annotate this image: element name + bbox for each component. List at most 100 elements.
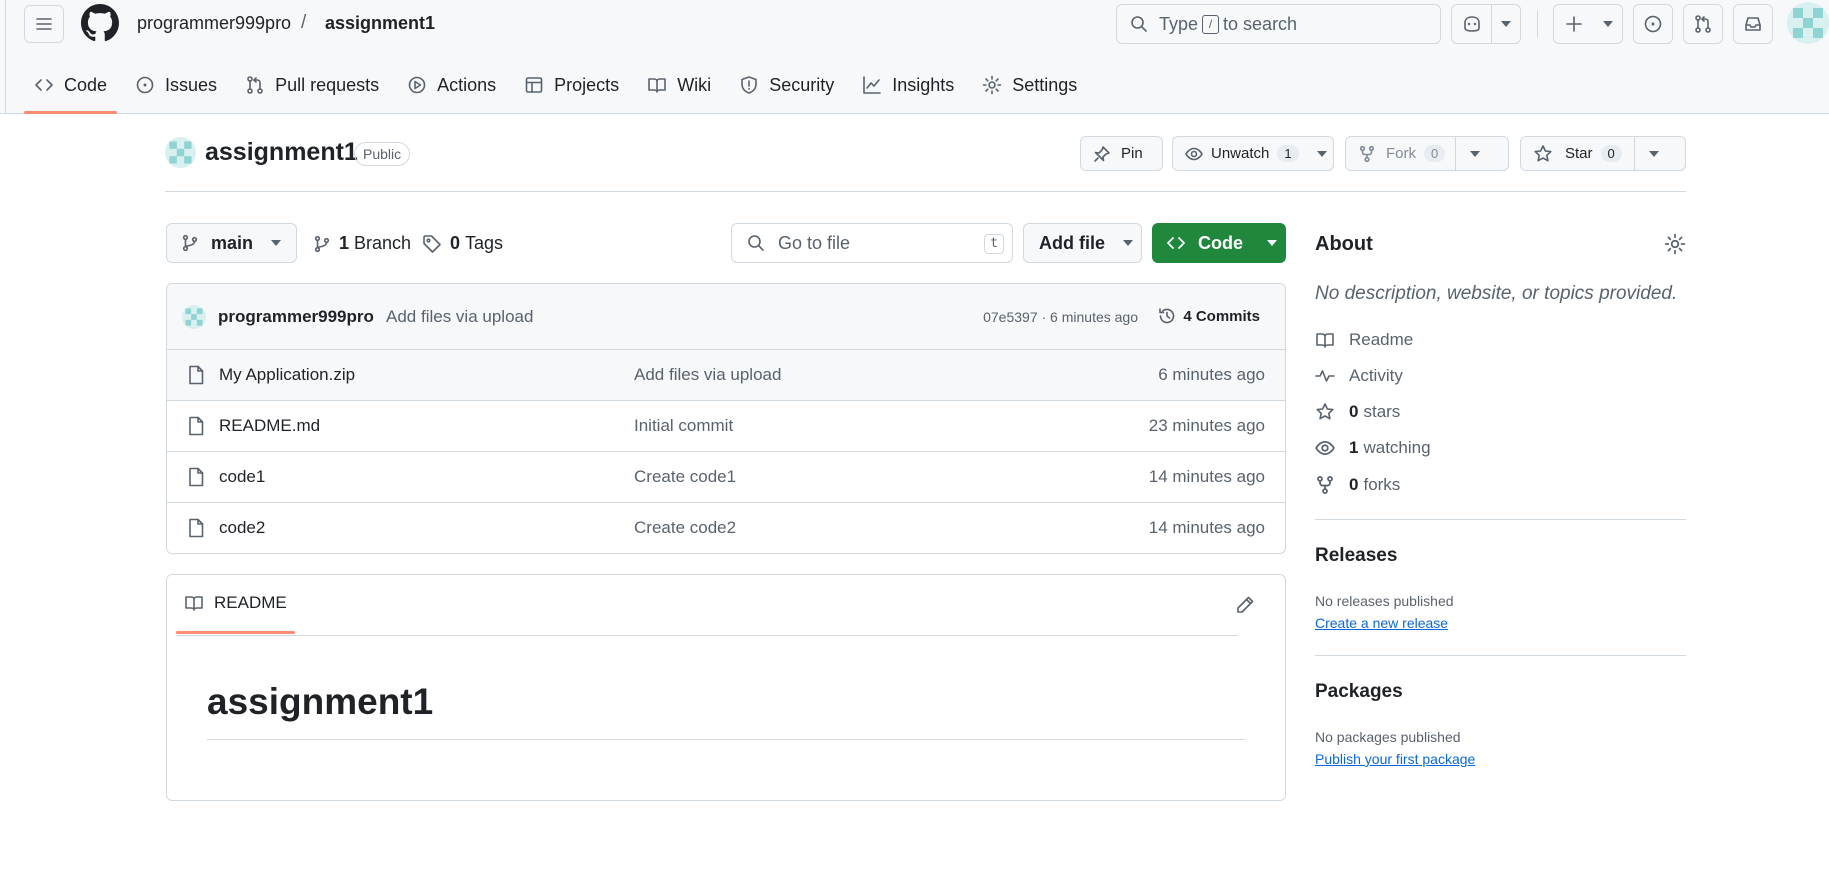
tab-label: Actions [437, 74, 497, 95]
fork-dropdown[interactable] [1456, 137, 1494, 170]
readme-tab[interactable]: README [184, 593, 287, 613]
go-to-file-input[interactable]: Go to file t [731, 223, 1013, 263]
repo-owner-avatar[interactable] [165, 137, 196, 168]
file-commit-message[interactable]: Initial commit [634, 416, 733, 436]
file-name[interactable]: README.md [219, 416, 320, 436]
visibility-badge: Public [354, 142, 411, 166]
tab-label: Wiki [677, 74, 712, 95]
sidebar-divider [1315, 655, 1686, 656]
about-settings-button[interactable] [1664, 233, 1686, 255]
activity-link[interactable]: Activity [1315, 366, 1403, 386]
book-icon [1316, 333, 1334, 348]
tab-label: Code [64, 74, 108, 95]
tab-code[interactable]: Code [24, 60, 118, 114]
file-name[interactable]: My Application.zip [219, 365, 355, 385]
issue-icon [136, 76, 154, 94]
tab-actions[interactable]: Actions [397, 60, 506, 110]
commits-link[interactable]: 4 Commits [1157, 306, 1260, 326]
commit-message[interactable]: Add files via upload [386, 307, 533, 327]
releases-title[interactable]: Releases [1315, 545, 1397, 567]
edit-readme-button[interactable] [1235, 595, 1255, 615]
caret-down-icon [1603, 21, 1613, 27]
repo-name[interactable]: assignment1 [205, 138, 358, 167]
user-avatar[interactable] [1787, 2, 1829, 44]
copilot-split-button[interactable] [1451, 4, 1521, 44]
star-button[interactable]: Star 0 [1520, 136, 1686, 171]
global-search-input[interactable]: Type / to search [1116, 4, 1441, 44]
fork-count: 0 [1424, 145, 1446, 162]
readme-panel: README assignment1 [166, 574, 1286, 801]
inbox-button[interactable] [1733, 4, 1773, 44]
forks-link[interactable]: 0 forks [1315, 475, 1400, 495]
tab-security[interactable]: Security [729, 60, 844, 110]
readme-tab-underline [176, 631, 295, 634]
breadcrumb-repo[interactable]: assignment1 [325, 13, 435, 34]
caret-down-icon [1267, 240, 1277, 246]
file-row[interactable]: My Application.zip Add files via upload … [167, 350, 1285, 401]
file-commit-time: 23 minutes ago [1148, 416, 1265, 435]
branch-icon [182, 234, 198, 252]
publish-package-link[interactable]: Publish your first package [1315, 751, 1475, 767]
code-dropdown-button[interactable]: Code [1152, 223, 1286, 263]
file-row[interactable]: README.md Initial commit 23 minutes ago [167, 401, 1285, 452]
commit-author[interactable]: programmer999pro [218, 307, 374, 327]
add-file-label: Add file [1039, 232, 1105, 253]
file-name[interactable]: code2 [219, 518, 265, 538]
issues-button[interactable] [1633, 4, 1673, 44]
tab-projects[interactable]: Projects [514, 60, 629, 110]
breadcrumb-owner[interactable]: programmer999pro [137, 13, 291, 34]
branches-link[interactable]: 1 Branch [313, 233, 411, 254]
branch-name: main [211, 232, 254, 253]
copilot-button[interactable] [1452, 5, 1491, 43]
pulse-icon [1315, 370, 1335, 382]
tab-issues[interactable]: Issues [125, 60, 227, 110]
file-name[interactable]: code1 [219, 467, 265, 487]
pull-requests-button[interactable] [1683, 4, 1723, 44]
fork-button[interactable]: Fork 0 [1345, 136, 1509, 171]
copilot-dropdown[interactable] [1492, 5, 1520, 43]
create-new-split-button[interactable] [1553, 4, 1623, 44]
tab-wiki[interactable]: Wiki [637, 60, 721, 110]
create-new-dropdown[interactable] [1594, 5, 1622, 43]
github-logo[interactable] [81, 4, 119, 42]
create-new-button[interactable] [1554, 5, 1594, 43]
tab-label: Issues [165, 74, 218, 95]
tab-pull-requests[interactable]: Pull requests [235, 60, 389, 110]
search-suffix: to search [1223, 13, 1298, 34]
branch-count: 1 [339, 233, 350, 253]
commit-hash-time[interactable]: 07e5397 · 6 minutes ago [983, 309, 1138, 325]
identicon-icon [165, 137, 196, 168]
caret-down-icon [1470, 150, 1481, 157]
eye-icon [1315, 441, 1335, 455]
tab-insights[interactable]: Insights [852, 60, 964, 110]
file-commit-message[interactable]: Create code2 [634, 518, 736, 538]
readme-link[interactable]: Readme [1315, 330, 1413, 350]
add-file-button[interactable]: Add file [1023, 223, 1142, 263]
unwatch-dropdown[interactable] [1309, 137, 1335, 170]
watching-link[interactable]: 1 watching [1315, 438, 1431, 458]
search-shortcut-key: / [1202, 14, 1220, 34]
pin-button[interactable]: Pin [1080, 136, 1163, 171]
create-release-link[interactable]: Create a new release [1315, 615, 1448, 631]
forks-label: forks [1363, 475, 1401, 494]
file-commit-message[interactable]: Add files via upload [634, 365, 781, 385]
tab-settings[interactable]: Settings [972, 60, 1087, 110]
file-row[interactable]: code1 Create code1 14 minutes ago [167, 452, 1285, 503]
tags-link[interactable]: 0 Tags [422, 233, 503, 254]
star-dropdown[interactable] [1635, 137, 1673, 170]
book-icon [648, 78, 666, 93]
sidebar-divider [1315, 519, 1686, 520]
file-icon [189, 467, 204, 487]
menu-button[interactable] [24, 5, 64, 43]
file-commit-message[interactable]: Create code1 [634, 467, 736, 487]
packages-title[interactable]: Packages [1315, 681, 1403, 703]
commit-author-avatar[interactable] [182, 305, 206, 329]
caret-down-icon [1316, 150, 1327, 157]
unwatch-button[interactable]: Unwatch 1 [1172, 136, 1334, 171]
branch-selector[interactable]: main [166, 223, 297, 263]
file-row[interactable]: code2 Create code2 14 minutes ago [167, 503, 1285, 553]
branch-icon [314, 235, 330, 252]
tag-icon [423, 234, 441, 253]
caret-down-icon [1501, 21, 1512, 27]
stars-link[interactable]: 0 stars [1315, 402, 1400, 422]
